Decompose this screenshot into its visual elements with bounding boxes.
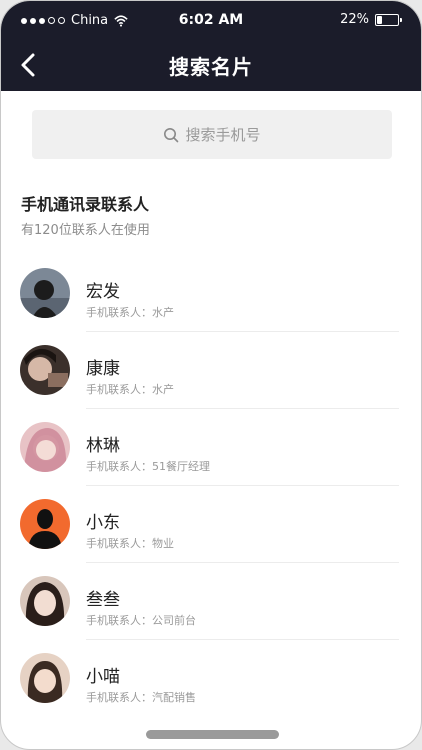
contact-name: 宏发	[86, 282, 120, 302]
contact-name: 小喵	[86, 667, 120, 687]
status-right: 22%	[340, 12, 402, 27]
contact-list: 宏发 手机联系人：水产 康康 手机联系人：水产 林琳 手机联系人：51餐厅经理 …	[1, 255, 421, 717]
contact-desc: 手机联系人：51餐厅经理	[86, 460, 210, 473]
search-placeholder: 搜索手机号	[185, 126, 261, 144]
section-title: 手机通讯录联系人	[21, 195, 150, 214]
contact-desc: 手机联系人：水产	[86, 383, 174, 396]
avatar	[20, 653, 70, 703]
search-icon	[164, 127, 179, 142]
contact-name: 康康	[86, 359, 120, 379]
nav-bar: 搜索名片	[1, 39, 421, 91]
battery-percent: 22%	[340, 12, 369, 27]
contact-item[interactable]: 宏发 手机联系人：水产	[1, 255, 421, 332]
contact-item[interactable]: 小东 手机联系人：物业	[1, 486, 421, 563]
status-bar: China 6:02 AM 22%	[1, 1, 421, 39]
contact-desc: 手机联系人：水产	[86, 306, 174, 319]
battery-icon	[375, 13, 402, 26]
contact-item[interactable]: 康康 手机联系人：水产	[1, 332, 421, 409]
contact-name: 小东	[86, 513, 120, 533]
contact-item[interactable]: 叁叁 手机联系人：公司前台	[1, 563, 421, 640]
contact-desc: 手机联系人：汽配销售	[86, 691, 196, 704]
contact-desc: 手机联系人：公司前台	[86, 614, 196, 627]
header: China 6:02 AM 22% 搜索名片	[1, 1, 421, 91]
home-indicator[interactable]	[146, 730, 279, 739]
contact-name: 林琳	[86, 436, 120, 456]
contact-item[interactable]: 林琳 手机联系人：51餐厅经理	[1, 409, 421, 486]
avatar	[20, 499, 70, 549]
contact-name: 叁叁	[86, 590, 120, 610]
avatar	[20, 345, 70, 395]
avatar	[20, 422, 70, 472]
page-title: 搜索名片	[169, 55, 253, 79]
avatar	[20, 576, 70, 626]
section-subtitle: 有120位联系人在使用	[21, 223, 150, 238]
contact-item[interactable]: 小喵 手机联系人：汽配销售	[1, 640, 421, 717]
avatar	[20, 268, 70, 318]
phone-frame: China 6:02 AM 22% 搜索名片 搜索手机号 手机通讯录联系人 有1…	[0, 0, 422, 750]
search-input[interactable]: 搜索手机号	[32, 110, 392, 159]
contact-desc: 手机联系人：物业	[86, 537, 174, 550]
